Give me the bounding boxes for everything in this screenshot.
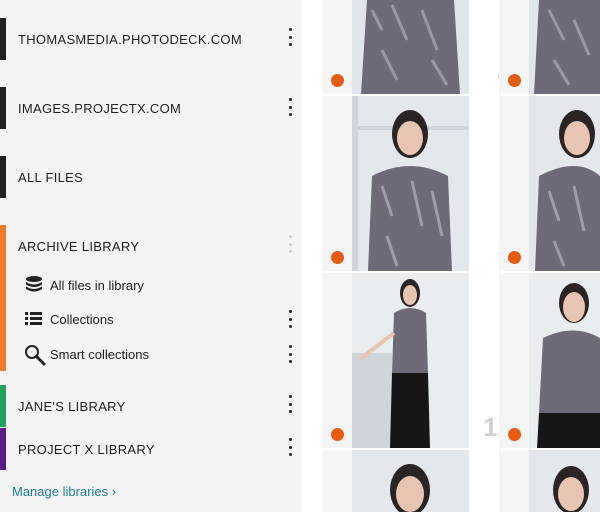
library-title: JANE'S LIBRARY bbox=[18, 399, 126, 414]
more-options-icon[interactable] bbox=[286, 235, 294, 253]
more-options-icon[interactable] bbox=[286, 395, 294, 413]
archive-collections-item[interactable]: Collections bbox=[24, 307, 302, 331]
library-title: PROJECT X LIBRARY bbox=[18, 442, 155, 457]
thumbnail-cell[interactable] bbox=[499, 273, 600, 448]
library-projectx-images[interactable]: IMAGES.PROJECTX.COM bbox=[0, 87, 302, 129]
thumbnail-image bbox=[529, 273, 600, 448]
status-dot bbox=[508, 251, 521, 264]
more-options-icon[interactable] bbox=[286, 438, 294, 456]
library-sidebar: THOMASMEDIA.PHOTODECK.COM IMAGES.PROJECT… bbox=[0, 0, 302, 512]
archive-smart-collections-item[interactable]: Smart collections bbox=[24, 342, 302, 366]
thumbnail-cell[interactable]: 4 bbox=[322, 0, 512, 94]
sub-item-label: All files in library bbox=[50, 278, 144, 293]
manage-libraries-link[interactable]: Manage libraries › bbox=[12, 484, 116, 499]
more-options-icon[interactable] bbox=[286, 28, 294, 46]
status-dot bbox=[508, 428, 521, 441]
database-icon bbox=[24, 275, 44, 295]
thumbnail-cell[interactable]: 8 bbox=[322, 96, 512, 271]
thumbnail-image bbox=[352, 0, 469, 94]
thumbnail-image bbox=[529, 0, 600, 94]
status-dot bbox=[331, 251, 344, 264]
library-color-bar bbox=[0, 156, 6, 198]
status-dot bbox=[331, 428, 344, 441]
library-archive[interactable]: ARCHIVE LIBRARY All files in library Col… bbox=[0, 225, 302, 371]
library-color-bar bbox=[0, 225, 6, 371]
thumbnail-cell[interactable]: 12 bbox=[322, 273, 512, 448]
thumbnail-grid: 4 8 12 bbox=[302, 0, 600, 512]
list-icon bbox=[24, 309, 44, 329]
library-title: IMAGES.PROJECTX.COM bbox=[18, 101, 182, 116]
thumbnail-cell[interactable] bbox=[499, 0, 600, 94]
sub-item-label: Smart collections bbox=[50, 347, 149, 362]
thumbnail-cell[interactable] bbox=[499, 450, 600, 512]
archive-all-files-item[interactable]: All files in library bbox=[24, 273, 302, 297]
library-title: ARCHIVE LIBRARY bbox=[18, 239, 140, 254]
library-title: ALL FILES bbox=[18, 170, 84, 185]
magnifier-icon bbox=[24, 344, 46, 366]
more-options-icon[interactable] bbox=[286, 98, 294, 116]
thumbnail-image bbox=[352, 450, 469, 512]
library-all-files[interactable]: ALL FILES bbox=[0, 156, 302, 198]
more-options-icon[interactable] bbox=[286, 345, 294, 363]
library-thomasmedia[interactable]: THOMASMEDIA.PHOTODECK.COM bbox=[0, 18, 302, 60]
status-dot bbox=[508, 74, 521, 87]
more-options-icon[interactable] bbox=[286, 310, 294, 328]
thumbnail-cell[interactable] bbox=[322, 450, 469, 512]
library-color-bar bbox=[0, 385, 6, 427]
library-title: THOMASMEDIA.PHOTODECK.COM bbox=[18, 32, 242, 47]
library-color-bar bbox=[0, 87, 6, 129]
thumbnail-image bbox=[352, 96, 469, 271]
thumbnail-image bbox=[529, 96, 600, 271]
thumbnail-image bbox=[529, 450, 600, 512]
library-project-x[interactable]: PROJECT X LIBRARY bbox=[0, 428, 302, 470]
thumbnail-cell[interactable] bbox=[499, 96, 600, 271]
library-color-bar bbox=[0, 428, 6, 470]
library-color-bar bbox=[0, 18, 6, 60]
library-janes[interactable]: JANE'S LIBRARY bbox=[0, 385, 302, 427]
sub-item-label: Collections bbox=[50, 312, 114, 327]
status-dot bbox=[331, 74, 344, 87]
thumbnail-image bbox=[352, 273, 469, 448]
